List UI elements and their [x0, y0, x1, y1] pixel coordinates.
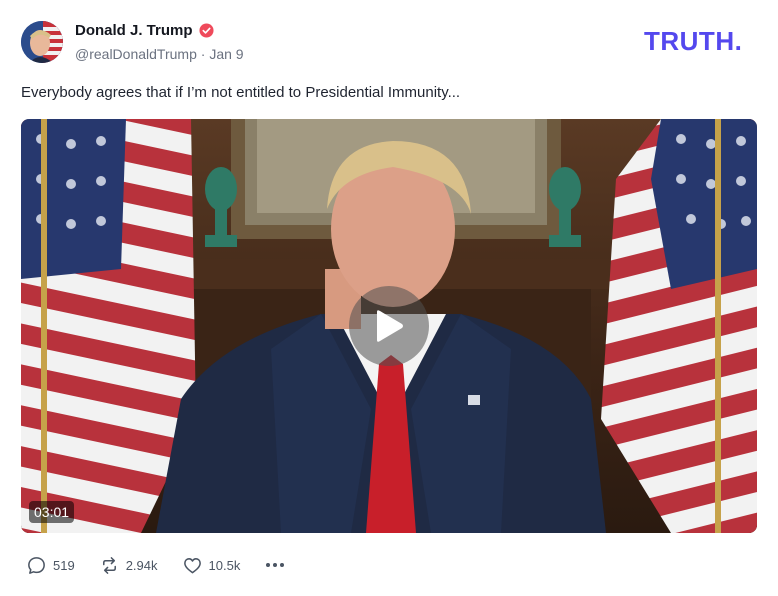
- like-button[interactable]: 10.5k: [182, 555, 241, 576]
- reply-count: 519: [53, 557, 75, 573]
- play-icon: [377, 310, 403, 342]
- reply-button[interactable]: 519: [26, 555, 75, 576]
- avatar[interactable]: [21, 21, 63, 63]
- verified-badge-icon: [198, 23, 214, 38]
- post-date[interactable]: Jan 9: [209, 46, 243, 62]
- author-meta: @realDonaldTrump · Jan 9: [75, 46, 244, 62]
- reply-icon: [28, 556, 45, 574]
- heart-icon: [183, 557, 201, 573]
- video-duration: 03:01: [29, 501, 75, 523]
- retruth-count: 2.94k: [125, 557, 158, 573]
- play-button[interactable]: [349, 286, 429, 366]
- post-text: Everybody agrees that if I’m not entitle…: [21, 84, 461, 101]
- retruth-icon: [102, 556, 116, 574]
- author-name[interactable]: Donald J. Trump: [75, 22, 193, 39]
- author-handle[interactable]: @realDonaldTrump: [75, 46, 197, 62]
- more-icon: [266, 563, 285, 567]
- retruth-button[interactable]: 2.94k: [99, 555, 158, 576]
- avatar-image: [21, 21, 63, 63]
- post-actions: 519 2.94k 10.5k: [26, 554, 286, 576]
- truth-logo-text: TRUTH.: [644, 28, 742, 54]
- like-count: 10.5k: [208, 557, 241, 573]
- meta-separator: ·: [200, 46, 206, 62]
- more-options-button[interactable]: [264, 554, 286, 576]
- video-player[interactable]: 03:01: [21, 119, 757, 533]
- truth-social-logo[interactable]: TRUTH.: [644, 28, 758, 54]
